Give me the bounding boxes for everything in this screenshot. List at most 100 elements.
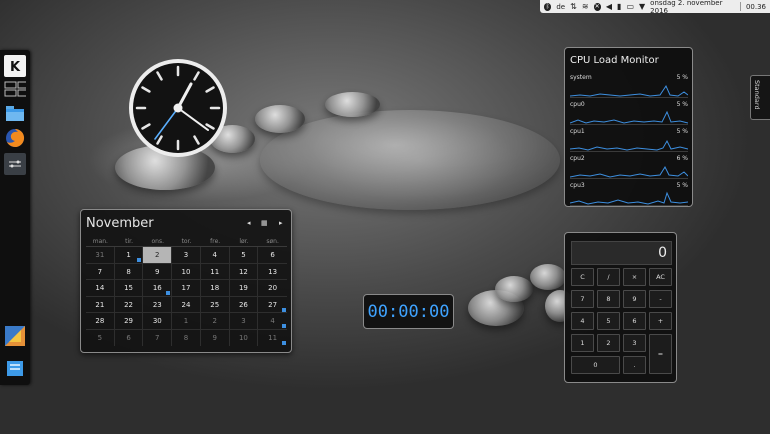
calendar-day[interactable]: 31 — [86, 247, 115, 263]
calc-button-8[interactable]: 8 — [597, 290, 620, 308]
calc-button-4[interactable]: 4 — [571, 312, 594, 330]
cpu-row-label: cpu2 — [570, 155, 585, 162]
cpu-load-monitor: CPU Load Monitor system 5 % cpu0 5 % cpu… — [564, 47, 693, 207]
calendar-prev-icon[interactable]: ◂ — [247, 219, 251, 227]
calendar-day[interactable]: 10 — [230, 329, 259, 346]
calendar-day[interactable]: 10 — [172, 263, 201, 280]
cpu-row-value: 5 % — [676, 74, 688, 81]
calendar-day[interactable]: 8 — [172, 329, 201, 346]
calendar-day[interactable]: 4 — [258, 313, 287, 329]
battery-icon[interactable]: ▮ — [617, 2, 621, 11]
calendar-day[interactable]: 14 — [86, 280, 115, 296]
calendar-day[interactable]: 19 — [230, 280, 259, 296]
calc-button-5[interactable]: 5 — [597, 312, 620, 330]
calc-button-clear[interactable]: C — [571, 268, 594, 286]
calendar-day[interactable]: 5 — [230, 247, 259, 263]
calc-button-multiply[interactable]: × — [623, 268, 646, 286]
firefox-icon[interactable] — [4, 127, 26, 149]
keyboard-layout[interactable]: de — [556, 3, 565, 11]
cpu-row-value: 6 % — [676, 155, 688, 162]
panel-date[interactable]: onsdag 2. november 2016 — [650, 0, 735, 15]
calendar-day[interactable]: 29 — [115, 313, 144, 329]
calc-button-3[interactable]: 3 — [623, 334, 646, 352]
calc-button-2[interactable]: 2 — [597, 334, 620, 352]
calendar-day[interactable]: 4 — [201, 247, 230, 263]
calc-button-6[interactable]: 6 — [623, 312, 646, 330]
desktop-grid-icon[interactable] — [4, 81, 26, 97]
calc-button-7[interactable]: 7 — [571, 290, 594, 308]
device-icon[interactable]: ✕ — [593, 2, 601, 11]
calendar-day[interactable]: 27 — [258, 297, 287, 313]
left-dock: K — [0, 50, 30, 385]
calendar-day[interactable]: 22 — [115, 296, 144, 313]
calc-button-divide[interactable]: / — [597, 268, 620, 286]
calendar-day[interactable]: 3 — [230, 313, 259, 329]
calc-button-equals[interactable]: = — [649, 334, 672, 374]
analog-clock-face — [129, 59, 227, 157]
analog-clock[interactable] — [127, 57, 229, 159]
calendar-day[interactable]: 2 — [201, 313, 230, 329]
network-icon[interactable]: ⇅ — [570, 2, 577, 11]
calendar-day[interactable]: 17 — [172, 280, 201, 296]
kde-connect-icon[interactable] — [4, 153, 26, 175]
calendar-day[interactable]: 6 — [258, 247, 287, 263]
calendar-day[interactable]: 9 — [201, 329, 230, 346]
calc-button-minus[interactable]: - — [649, 290, 672, 308]
file-manager-icon[interactable] — [4, 357, 26, 379]
calendar-day[interactable]: 13 — [258, 264, 287, 280]
digital-clock[interactable]: 00:00:00 — [363, 294, 454, 329]
calendar-day[interactable]: 15 — [115, 280, 144, 296]
calendar-day[interactable]: 1 — [115, 247, 144, 263]
calendar-today-icon[interactable]: ▦ — [261, 219, 268, 227]
cpu-row-label: cpu1 — [570, 128, 585, 135]
calendar-day[interactable]: 11 — [201, 263, 230, 280]
cpu-row-value: 5 % — [676, 182, 688, 189]
bluetooth-icon[interactable]: ᛒ — [544, 2, 552, 11]
calendar-day[interactable]: 23 — [143, 296, 173, 313]
top-panel: ᛒ de ⇅ ≋ ✕ ◀ ▮ ▭ ▼ onsdag 2. november 20… — [540, 0, 770, 15]
calc-button-decimal[interactable]: . — [623, 356, 646, 374]
calendar-day[interactable]: 30 — [143, 313, 173, 329]
calendar-day[interactable]: 7 — [143, 329, 173, 346]
kate-editor-icon[interactable] — [4, 325, 26, 347]
calc-button-9[interactable]: 9 — [623, 290, 646, 308]
calendar-day[interactable]: 18 — [201, 280, 230, 296]
calendar-day[interactable]: 26 — [230, 296, 259, 313]
calc-button-1[interactable]: 1 — [571, 334, 594, 352]
calendar-day[interactable]: 11 — [258, 330, 287, 347]
calendar-day[interactable]: 6 — [115, 329, 144, 346]
calendar-day[interactable]: 20 — [258, 280, 287, 296]
cpu-graph — [570, 139, 688, 152]
calendar-week-row: 28 29 30 1 2 3 4 — [86, 313, 287, 330]
standard-activity-tab[interactable]: Standard — [750, 75, 770, 120]
calc-button-0[interactable]: 0 — [571, 356, 620, 374]
calendar-day[interactable]: 24 — [172, 296, 201, 313]
volume-icon[interactable]: ◀ — [606, 2, 612, 11]
wifi-icon[interactable]: ≋ — [582, 2, 589, 11]
calendar-day-today[interactable]: 2 — [143, 247, 173, 263]
calendar-day[interactable]: 7 — [86, 263, 115, 280]
clipboard-icon[interactable]: ▭ — [626, 2, 634, 11]
notifications-icon[interactable]: ▼ — [639, 2, 645, 11]
calendar-day[interactable]: 9 — [143, 263, 173, 280]
panel-time[interactable]: 00.36 — [746, 3, 766, 11]
calendar-day[interactable]: 12 — [230, 263, 259, 280]
calendar-day[interactable]: 3 — [172, 247, 201, 263]
calendar-day[interactable]: 1 — [172, 313, 201, 329]
standard-tab-label: Standard — [753, 80, 761, 110]
calendar-day[interactable]: 5 — [86, 329, 115, 346]
weekday-label: man. — [92, 238, 108, 245]
calendar-day[interactable]: 21 — [86, 296, 115, 313]
weekday-label: tir. — [125, 238, 133, 245]
calendar-day[interactable]: 8 — [115, 263, 144, 280]
calendar-day[interactable]: 25 — [201, 296, 230, 313]
calendar-day[interactable]: 16 — [143, 280, 173, 296]
folder-icon[interactable] — [4, 102, 26, 124]
cpu-row-system: system 5 % — [570, 74, 688, 100]
kde-logo-icon[interactable]: K — [4, 55, 26, 77]
calendar-day[interactable]: 28 — [86, 313, 115, 329]
calc-button-all-clear[interactable]: AC — [649, 268, 672, 286]
calendar-next-icon[interactable]: ▸ — [279, 219, 283, 227]
calc-button-plus[interactable]: + — [649, 312, 672, 330]
cpu-row-value: 5 % — [676, 101, 688, 108]
